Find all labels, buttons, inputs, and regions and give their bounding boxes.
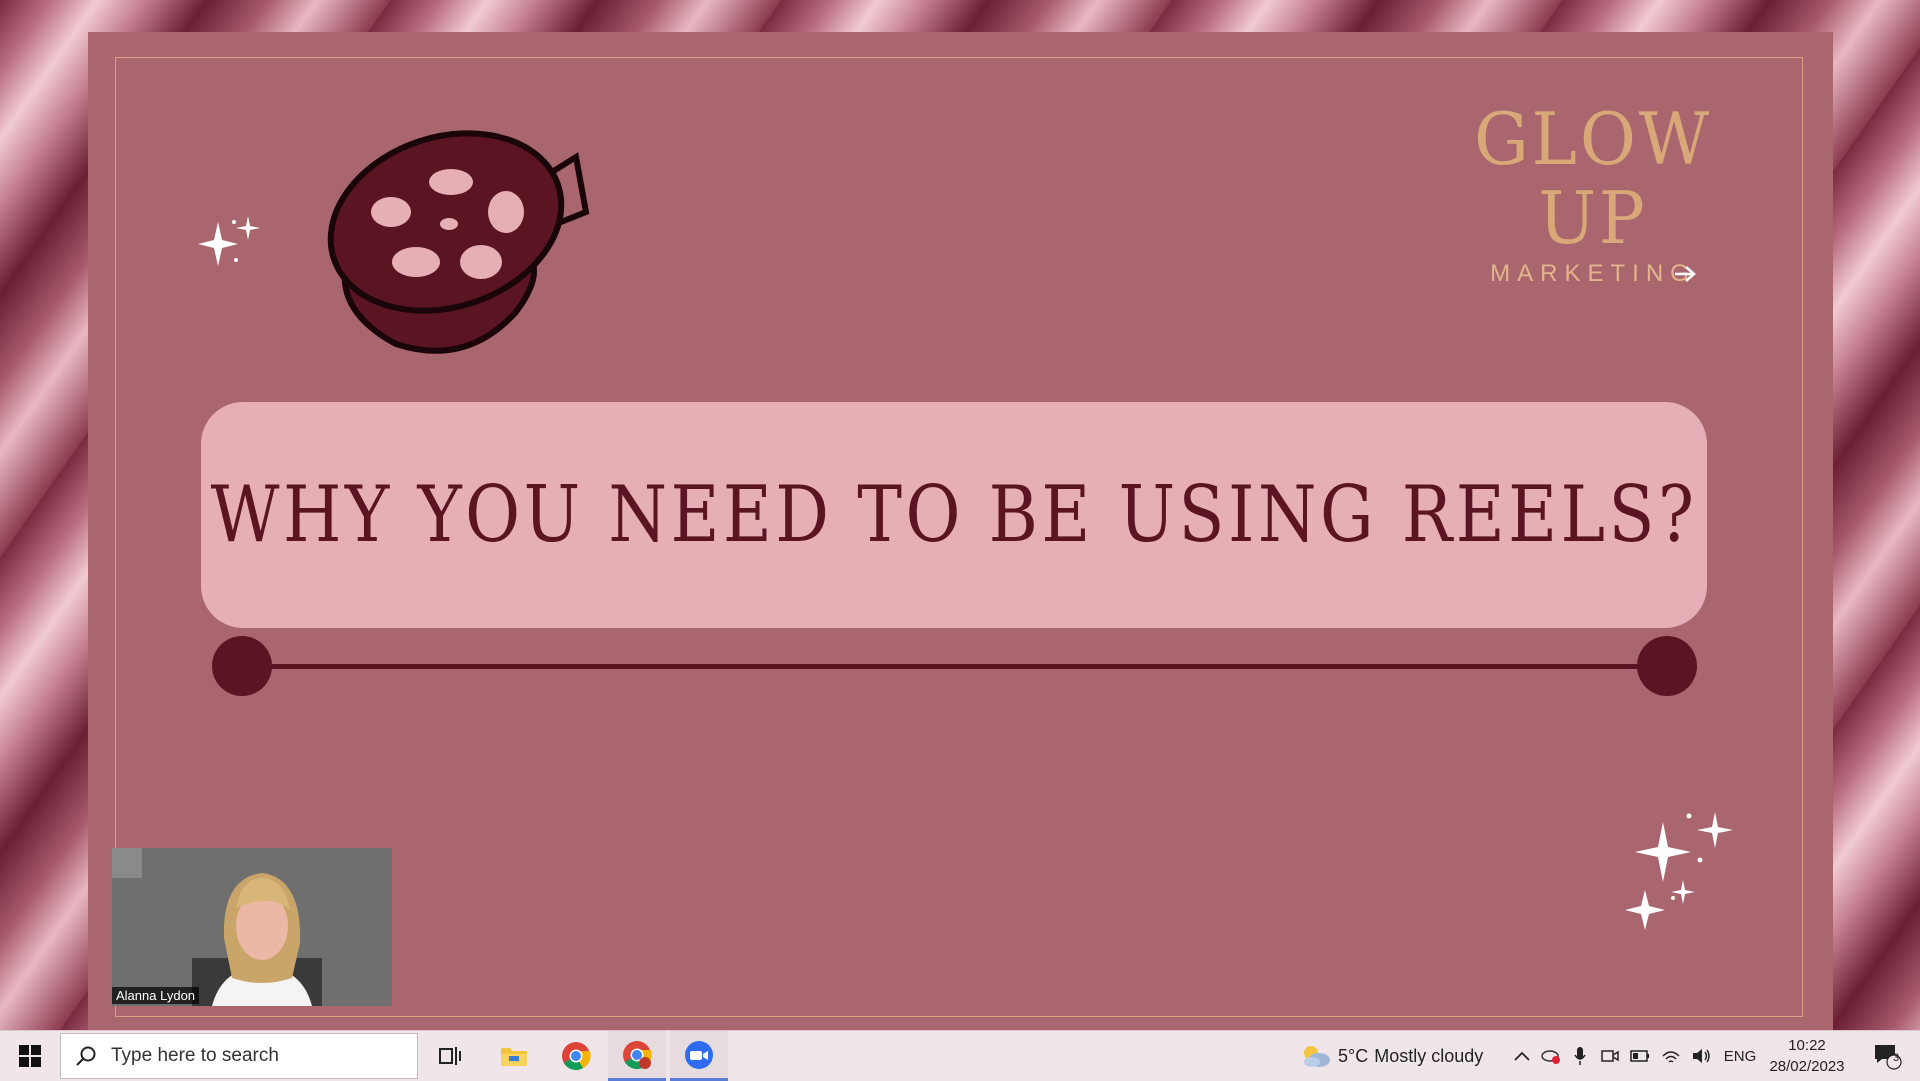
company-logo: GLOW UP MARKETING [1433,97,1753,288]
chrome-profile-button[interactable] [608,1031,666,1081]
tray-network-status[interactable] [1538,1031,1564,1081]
arrow-cursor-icon [1675,266,1696,282]
slide-title: WHY YOU NEED TO BE USING REELS? [210,470,1698,560]
tray-camera[interactable] [1598,1031,1622,1081]
clock-time: 10:22 [1788,1037,1826,1054]
folder-icon [501,1048,527,1066]
divider-dot-right [1637,636,1697,696]
weather-temperature: 5°C [1338,1045,1369,1066]
input-language[interactable]: ENG [1720,1031,1760,1081]
chrome-icon [562,1042,591,1070]
windows-taskbar: Type here to search 5°C Mostly cloudy EN… [0,1030,1920,1081]
windows-start-icon [19,1045,41,1067]
cloud-error-icon [1541,1050,1560,1064]
system-clock[interactable]: 10:22 28/02/2023 [1762,1035,1852,1077]
weather-widget[interactable]: 5°C Mostly cloudy [1300,1031,1483,1081]
speaker-icon [1693,1049,1710,1063]
taskbar-search-input[interactable]: Type here to search [60,1033,418,1079]
task-view-button[interactable] [424,1031,476,1081]
sparkles-icon [1625,812,1733,930]
weather-description: Mostly cloudy [1374,1045,1484,1066]
camera-icon [1601,1050,1619,1062]
search-placeholder: Type here to search [111,1045,279,1066]
title-box: WHY YOU NEED TO BE USING REELS? [201,402,1707,628]
battery-icon [1630,1050,1649,1062]
logo-main-text: GLOW UP [1474,97,1712,261]
tray-battery[interactable] [1628,1031,1652,1081]
participant-name-label: Alanna Lydon [112,987,200,1004]
zoom-button[interactable] [670,1031,728,1081]
webcam-video-tile[interactable]: Alanna Lydon [112,848,392,1006]
chevron-up-icon [1514,1051,1530,1061]
search-icon [76,1046,96,1066]
chrome-icon [623,1040,652,1069]
divider-dot-left [212,636,272,696]
film-reel-icon [327,130,590,354]
wifi-icon [1662,1051,1680,1063]
task-view-icon [439,1047,461,1065]
tray-volume[interactable] [1688,1031,1714,1081]
clock-date: 28/02/2023 [1769,1058,1845,1075]
microphone-icon [1574,1047,1586,1065]
tray-microphone[interactable] [1568,1031,1592,1081]
participant-video-icon [112,848,392,1006]
notification-center-button[interactable]: 3 [1862,1031,1912,1081]
notification-count: 3 [1893,1052,1900,1064]
zoom-icon [685,1040,713,1069]
sparkles-icon [198,216,260,266]
chrome-button[interactable] [550,1031,602,1081]
logo-sub-text: MARKETING [1490,260,1696,288]
start-button[interactable] [0,1031,60,1081]
tray-chevron-button[interactable] [1508,1031,1536,1081]
divider-line [240,664,1668,669]
cloudy-weather-icon [1304,1046,1330,1067]
file-explorer-button[interactable] [488,1031,540,1081]
tray-wifi[interactable] [1658,1031,1684,1081]
